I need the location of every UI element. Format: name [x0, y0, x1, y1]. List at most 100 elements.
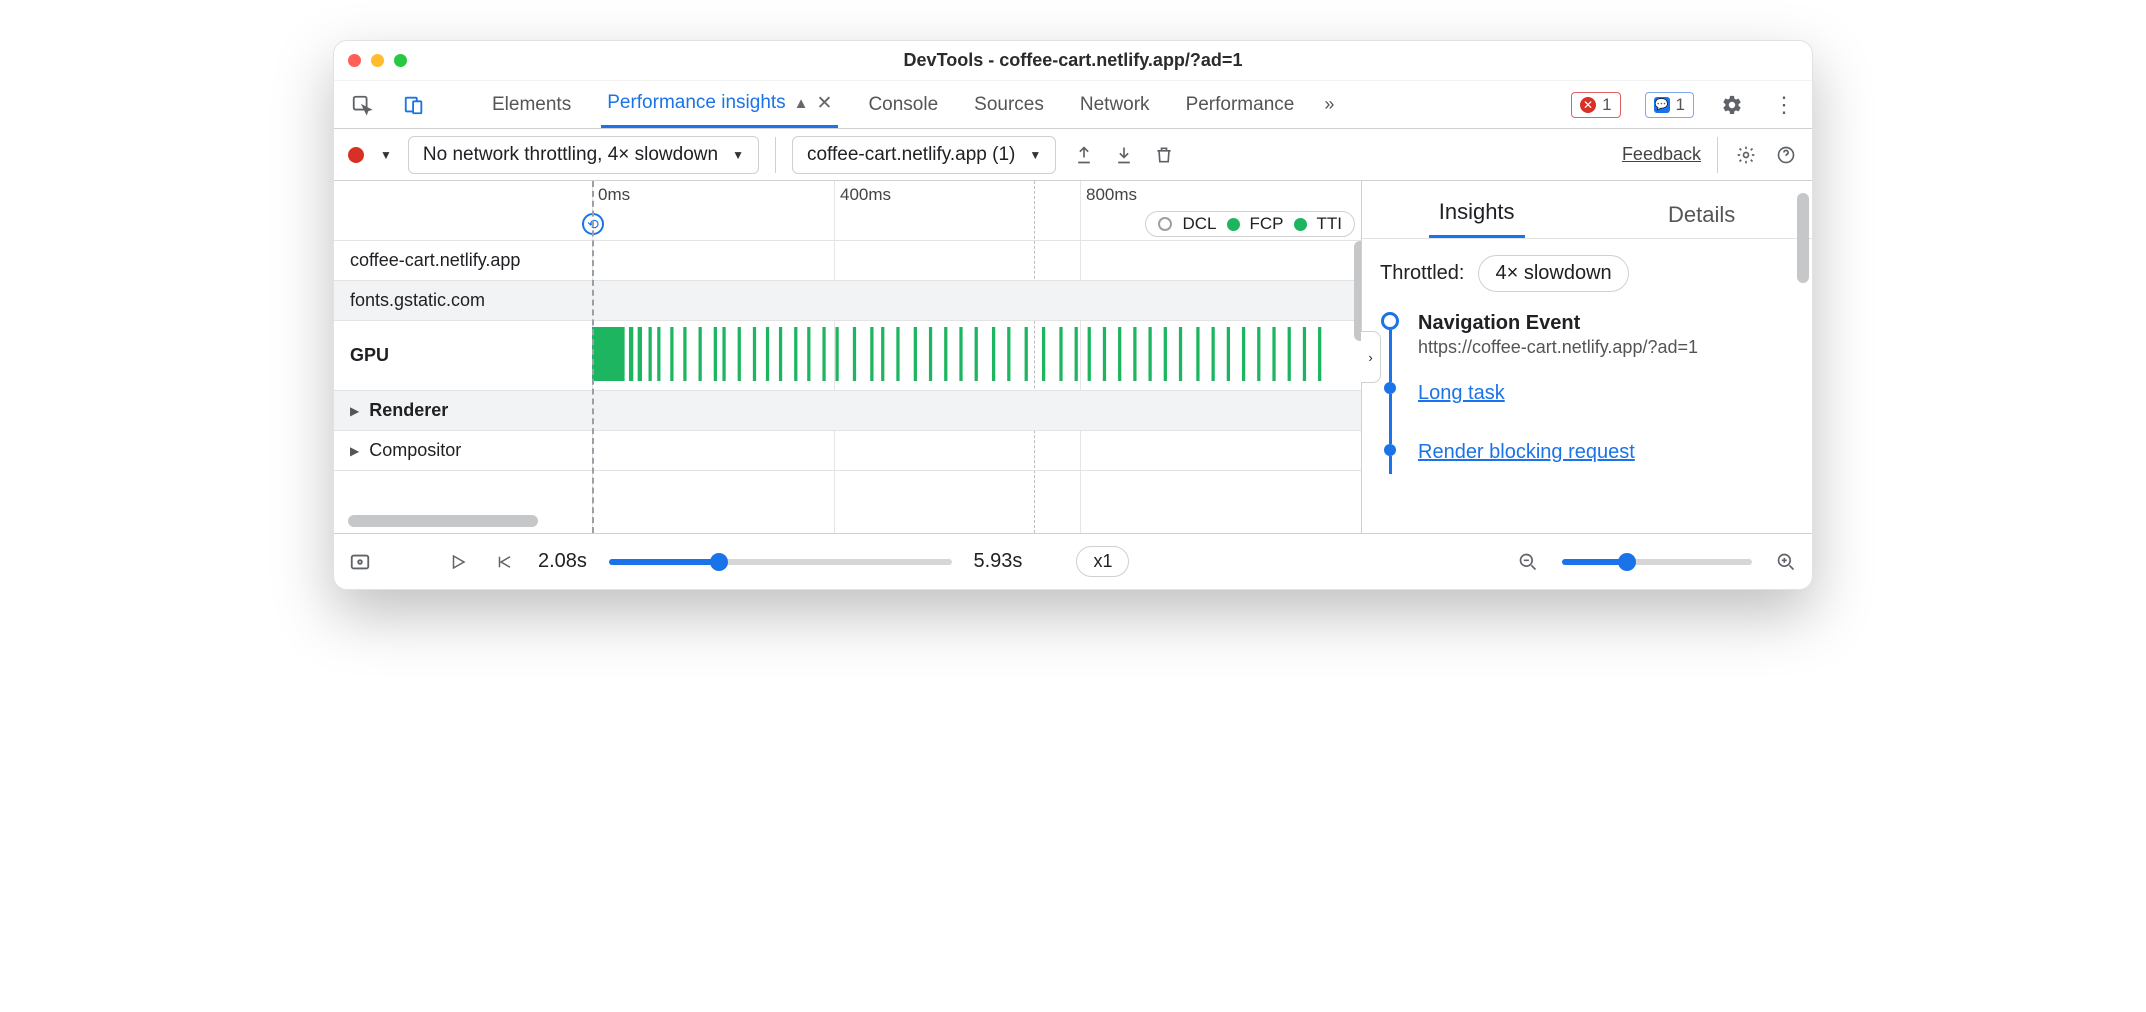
- event-url: https://coffee-cart.netlify.app/?ad=1: [1418, 337, 1794, 358]
- panel-resize-handle[interactable]: ›: [1361, 331, 1381, 383]
- issues-icon: 💬: [1654, 97, 1670, 113]
- tick-label: 800ms: [1086, 185, 1137, 205]
- track-label: fonts.gstatic.com: [350, 290, 485, 311]
- zoom-thumb[interactable]: [1618, 553, 1636, 571]
- play-icon[interactable]: [446, 550, 470, 574]
- seek-thumb[interactable]: [710, 553, 728, 571]
- delete-icon[interactable]: [1152, 143, 1176, 167]
- insights-tabs: Insights Details: [1362, 181, 1812, 239]
- event-marker-dot: [1384, 444, 1396, 456]
- zoom-slider[interactable]: [1562, 559, 1752, 565]
- recording-select-label: coffee-cart.netlify.app (1): [807, 144, 1015, 166]
- vertical-scrollbar[interactable]: [1354, 241, 1362, 341]
- timeline-markers-legend[interactable]: DCL FCP TTI: [1145, 211, 1355, 237]
- start-time-label: 2.08s: [538, 550, 587, 573]
- track-row[interactable]: coffee-cart.netlify.app: [334, 241, 1361, 281]
- throttle-summary: Throttled: 4× slowdown: [1362, 239, 1812, 308]
- track-row[interactable]: fonts.gstatic.com: [334, 281, 1361, 321]
- track-label: Renderer: [369, 400, 448, 421]
- throttling-select[interactable]: No network throttling, 4× slowdown ▼: [408, 136, 759, 174]
- vertical-scrollbar[interactable]: [1797, 193, 1809, 283]
- issue-count-badge[interactable]: 💬 1: [1645, 92, 1694, 118]
- playback-footer: 2.08s 5.93s x1: [334, 533, 1812, 589]
- tab-performance[interactable]: Performance: [1180, 81, 1301, 128]
- record-button[interactable]: [348, 147, 364, 163]
- feedback-link[interactable]: Feedback: [1622, 144, 1701, 165]
- event-marker-ring: [1381, 312, 1399, 330]
- main-split: 0ms 400ms 800ms ⟲ DCL FCP TTI coffee-car…: [334, 181, 1812, 533]
- insight-link-render-blocking[interactable]: Render blocking request: [1418, 441, 1635, 463]
- tab-label: Details: [1668, 202, 1735, 227]
- device-toggle-icon[interactable]: [400, 91, 428, 119]
- recording-select[interactable]: coffee-cart.netlify.app (1) ▼: [792, 136, 1056, 174]
- tab-elements[interactable]: Elements: [486, 81, 577, 128]
- experiment-icon: ▲: [794, 95, 809, 112]
- tab-sources[interactable]: Sources: [968, 81, 1050, 128]
- zoom-in-icon[interactable]: [1774, 550, 1798, 574]
- zoom-out-icon[interactable]: [1516, 550, 1540, 574]
- panel-tabstrip: Elements Performance insights ▲ ✕ Consol…: [334, 81, 1812, 129]
- help-icon[interactable]: [1774, 143, 1798, 167]
- panel-settings-icon[interactable]: [1734, 143, 1758, 167]
- throttle-chip[interactable]: 4× slowdown: [1478, 255, 1628, 292]
- tab-label: Insights: [1439, 199, 1515, 224]
- insights-toolbar: ▼ No network throttling, 4× slowdown ▼ c…: [334, 129, 1812, 181]
- dcl-marker-icon: [1158, 217, 1172, 231]
- track-renderer[interactable]: ▶ Renderer: [334, 391, 1361, 431]
- playhead-cursor[interactable]: [592, 181, 594, 533]
- tab-label: Performance insights: [607, 92, 785, 114]
- tab-label: Network: [1080, 94, 1150, 116]
- time-ruler[interactable]: 0ms 400ms 800ms ⟲ DCL FCP TTI: [334, 181, 1361, 241]
- gpu-activity-bars: [592, 327, 1353, 381]
- tab-insights[interactable]: Insights: [1429, 199, 1525, 238]
- track-gpu[interactable]: GPU: [334, 321, 1361, 391]
- error-icon: ✕: [1580, 97, 1596, 113]
- rewind-icon[interactable]: [492, 550, 516, 574]
- event-title: Navigation Event: [1418, 312, 1794, 335]
- inspect-element-icon[interactable]: [348, 91, 376, 119]
- settings-icon[interactable]: [1718, 91, 1746, 119]
- end-time-label: 5.93s: [974, 550, 1023, 573]
- marker-label: DCL: [1182, 214, 1216, 234]
- throttle-label: Throttled:: [1380, 262, 1464, 285]
- tab-console[interactable]: Console: [862, 81, 944, 128]
- horizontal-scrollbar[interactable]: [348, 515, 538, 527]
- track-label: coffee-cart.netlify.app: [350, 250, 520, 271]
- tab-label: Performance: [1186, 94, 1295, 116]
- expand-triangle-icon[interactable]: ▶: [350, 404, 359, 418]
- window-title: DevTools - coffee-cart.netlify.app/?ad=1: [334, 50, 1812, 71]
- more-tabs-icon[interactable]: »: [1324, 94, 1334, 115]
- insight-link-long-task[interactable]: Long task: [1418, 382, 1505, 404]
- track-label: Compositor: [369, 440, 461, 461]
- tab-label: Sources: [974, 94, 1044, 116]
- close-tab-icon[interactable]: ✕: [817, 92, 833, 115]
- import-icon[interactable]: [1112, 143, 1136, 167]
- tick-label: 400ms: [840, 185, 891, 205]
- tab-label: Console: [868, 94, 938, 116]
- seek-slider[interactable]: [609, 559, 952, 565]
- throttling-select-label: No network throttling, 4× slowdown: [423, 144, 718, 166]
- playback-speed-button[interactable]: x1: [1076, 546, 1129, 577]
- chevron-down-icon: ▼: [732, 148, 744, 162]
- fcp-marker-icon: [1227, 218, 1240, 231]
- timeline-panel[interactable]: 0ms 400ms 800ms ⟲ DCL FCP TTI coffee-car…: [334, 181, 1362, 533]
- navigation-event[interactable]: Navigation Event https://coffee-cart.net…: [1418, 312, 1794, 358]
- record-menu-caret[interactable]: ▼: [380, 148, 392, 162]
- tab-performance-insights[interactable]: Performance insights ▲ ✕: [601, 81, 838, 128]
- tab-details[interactable]: Details: [1658, 202, 1745, 238]
- track-compositor[interactable]: ▶ Compositor: [334, 431, 1361, 471]
- track-label: GPU: [350, 345, 389, 366]
- kebab-menu-icon[interactable]: ⋮: [1770, 91, 1798, 119]
- devtools-window: DevTools - coffee-cart.netlify.app/?ad=1…: [333, 40, 1813, 590]
- error-count: 1: [1602, 95, 1611, 115]
- chevron-down-icon: ▼: [1029, 148, 1041, 162]
- tti-marker-icon: [1294, 218, 1307, 231]
- expand-triangle-icon[interactable]: ▶: [350, 444, 359, 458]
- tab-network[interactable]: Network: [1074, 81, 1156, 128]
- error-count-badge[interactable]: ✕ 1: [1571, 92, 1620, 118]
- marker-label: TTI: [1317, 214, 1343, 234]
- export-icon[interactable]: [1072, 143, 1096, 167]
- issue-count: 1: [1676, 95, 1685, 115]
- preview-toggle-icon[interactable]: [348, 550, 372, 574]
- titlebar: DevTools - coffee-cart.netlify.app/?ad=1: [334, 41, 1812, 81]
